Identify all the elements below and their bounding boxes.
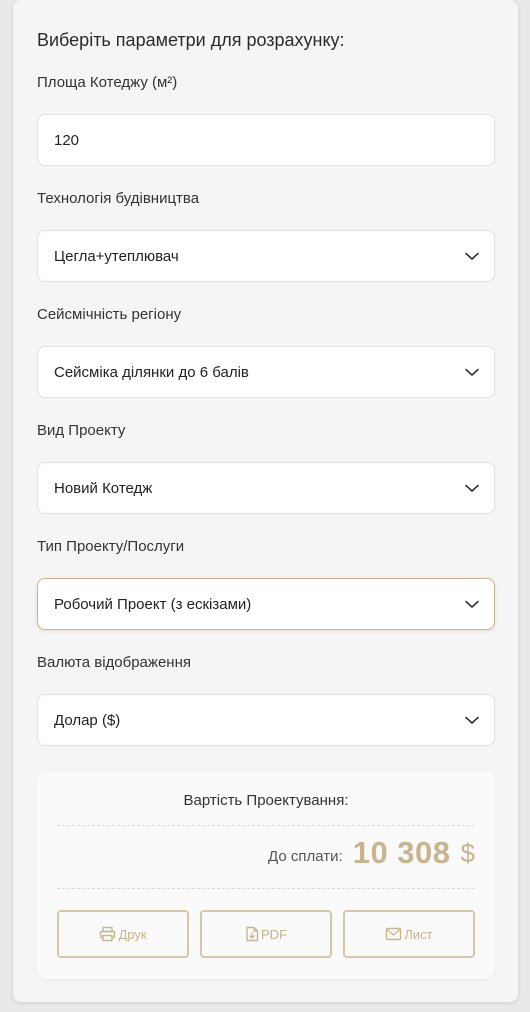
chevron-down-icon bbox=[465, 484, 479, 492]
area-label: Площа Котеджу (м²) bbox=[37, 74, 178, 91]
calculator-card: Виберіть параметри для розрахунку: Площа… bbox=[13, 0, 518, 1002]
technology-select[interactable]: Цегла+утеплювач bbox=[37, 230, 495, 282]
result-title: Вартість Проектування: bbox=[183, 792, 349, 809]
divider bbox=[57, 825, 475, 826]
project-type-select-value: Робочий Проект (з ескізами) bbox=[54, 595, 252, 613]
project-kind-select-value: Новий Котедж bbox=[54, 479, 153, 497]
area-input-value: 120 bbox=[54, 131, 80, 149]
printer-icon bbox=[100, 926, 116, 942]
pay-currency: $ bbox=[460, 837, 475, 868]
form-heading: Виберіть параметри для розрахунку: bbox=[37, 30, 345, 50]
divider bbox=[57, 888, 475, 889]
print-button-label: Друк bbox=[118, 926, 147, 942]
mail-button-label: Лист bbox=[404, 926, 433, 942]
seismic-select[interactable]: Сейсміка ділянки до 6 балів bbox=[37, 346, 495, 398]
seismic-label: Сейсмічність регіону bbox=[37, 306, 182, 323]
chevron-down-icon bbox=[465, 368, 479, 376]
print-button[interactable]: Друк bbox=[57, 910, 189, 958]
file-pdf-icon bbox=[246, 926, 259, 942]
technology-select-value: Цегла+утеплювач bbox=[54, 247, 179, 265]
currency-select[interactable]: Долар ($) bbox=[37, 694, 495, 746]
project-kind-label: Вид Проекту bbox=[37, 422, 126, 439]
chevron-down-icon bbox=[465, 252, 479, 260]
area-input[interactable]: 120 bbox=[37, 114, 495, 166]
pay-label: До сплати: bbox=[268, 847, 343, 865]
seismic-select-value: Сейсміка ділянки до 6 балів bbox=[54, 363, 249, 381]
mail-button[interactable]: Лист bbox=[343, 910, 475, 958]
payment-row: До сплати: 10 308 $ bbox=[268, 833, 475, 873]
project-type-select[interactable]: Робочий Проект (з ескізами) bbox=[37, 578, 495, 630]
currency-select-value: Долар ($) bbox=[54, 711, 121, 729]
currency-label: Валюта відображення bbox=[37, 654, 191, 671]
chevron-down-icon bbox=[465, 600, 479, 608]
pdf-button-label: PDF bbox=[261, 926, 287, 942]
pdf-button[interactable]: PDF bbox=[200, 910, 332, 958]
pay-amount: 10 308 bbox=[352, 835, 451, 870]
project-type-label: Тип Проекту/Послуги bbox=[37, 538, 185, 555]
result-panel: Вартість Проектування: До сплати: 10 308… bbox=[37, 771, 495, 979]
chevron-down-icon bbox=[465, 716, 479, 724]
envelope-icon bbox=[386, 927, 402, 941]
technology-label: Технологія будівництва bbox=[37, 190, 200, 207]
project-kind-select[interactable]: Новий Котедж bbox=[37, 462, 495, 514]
